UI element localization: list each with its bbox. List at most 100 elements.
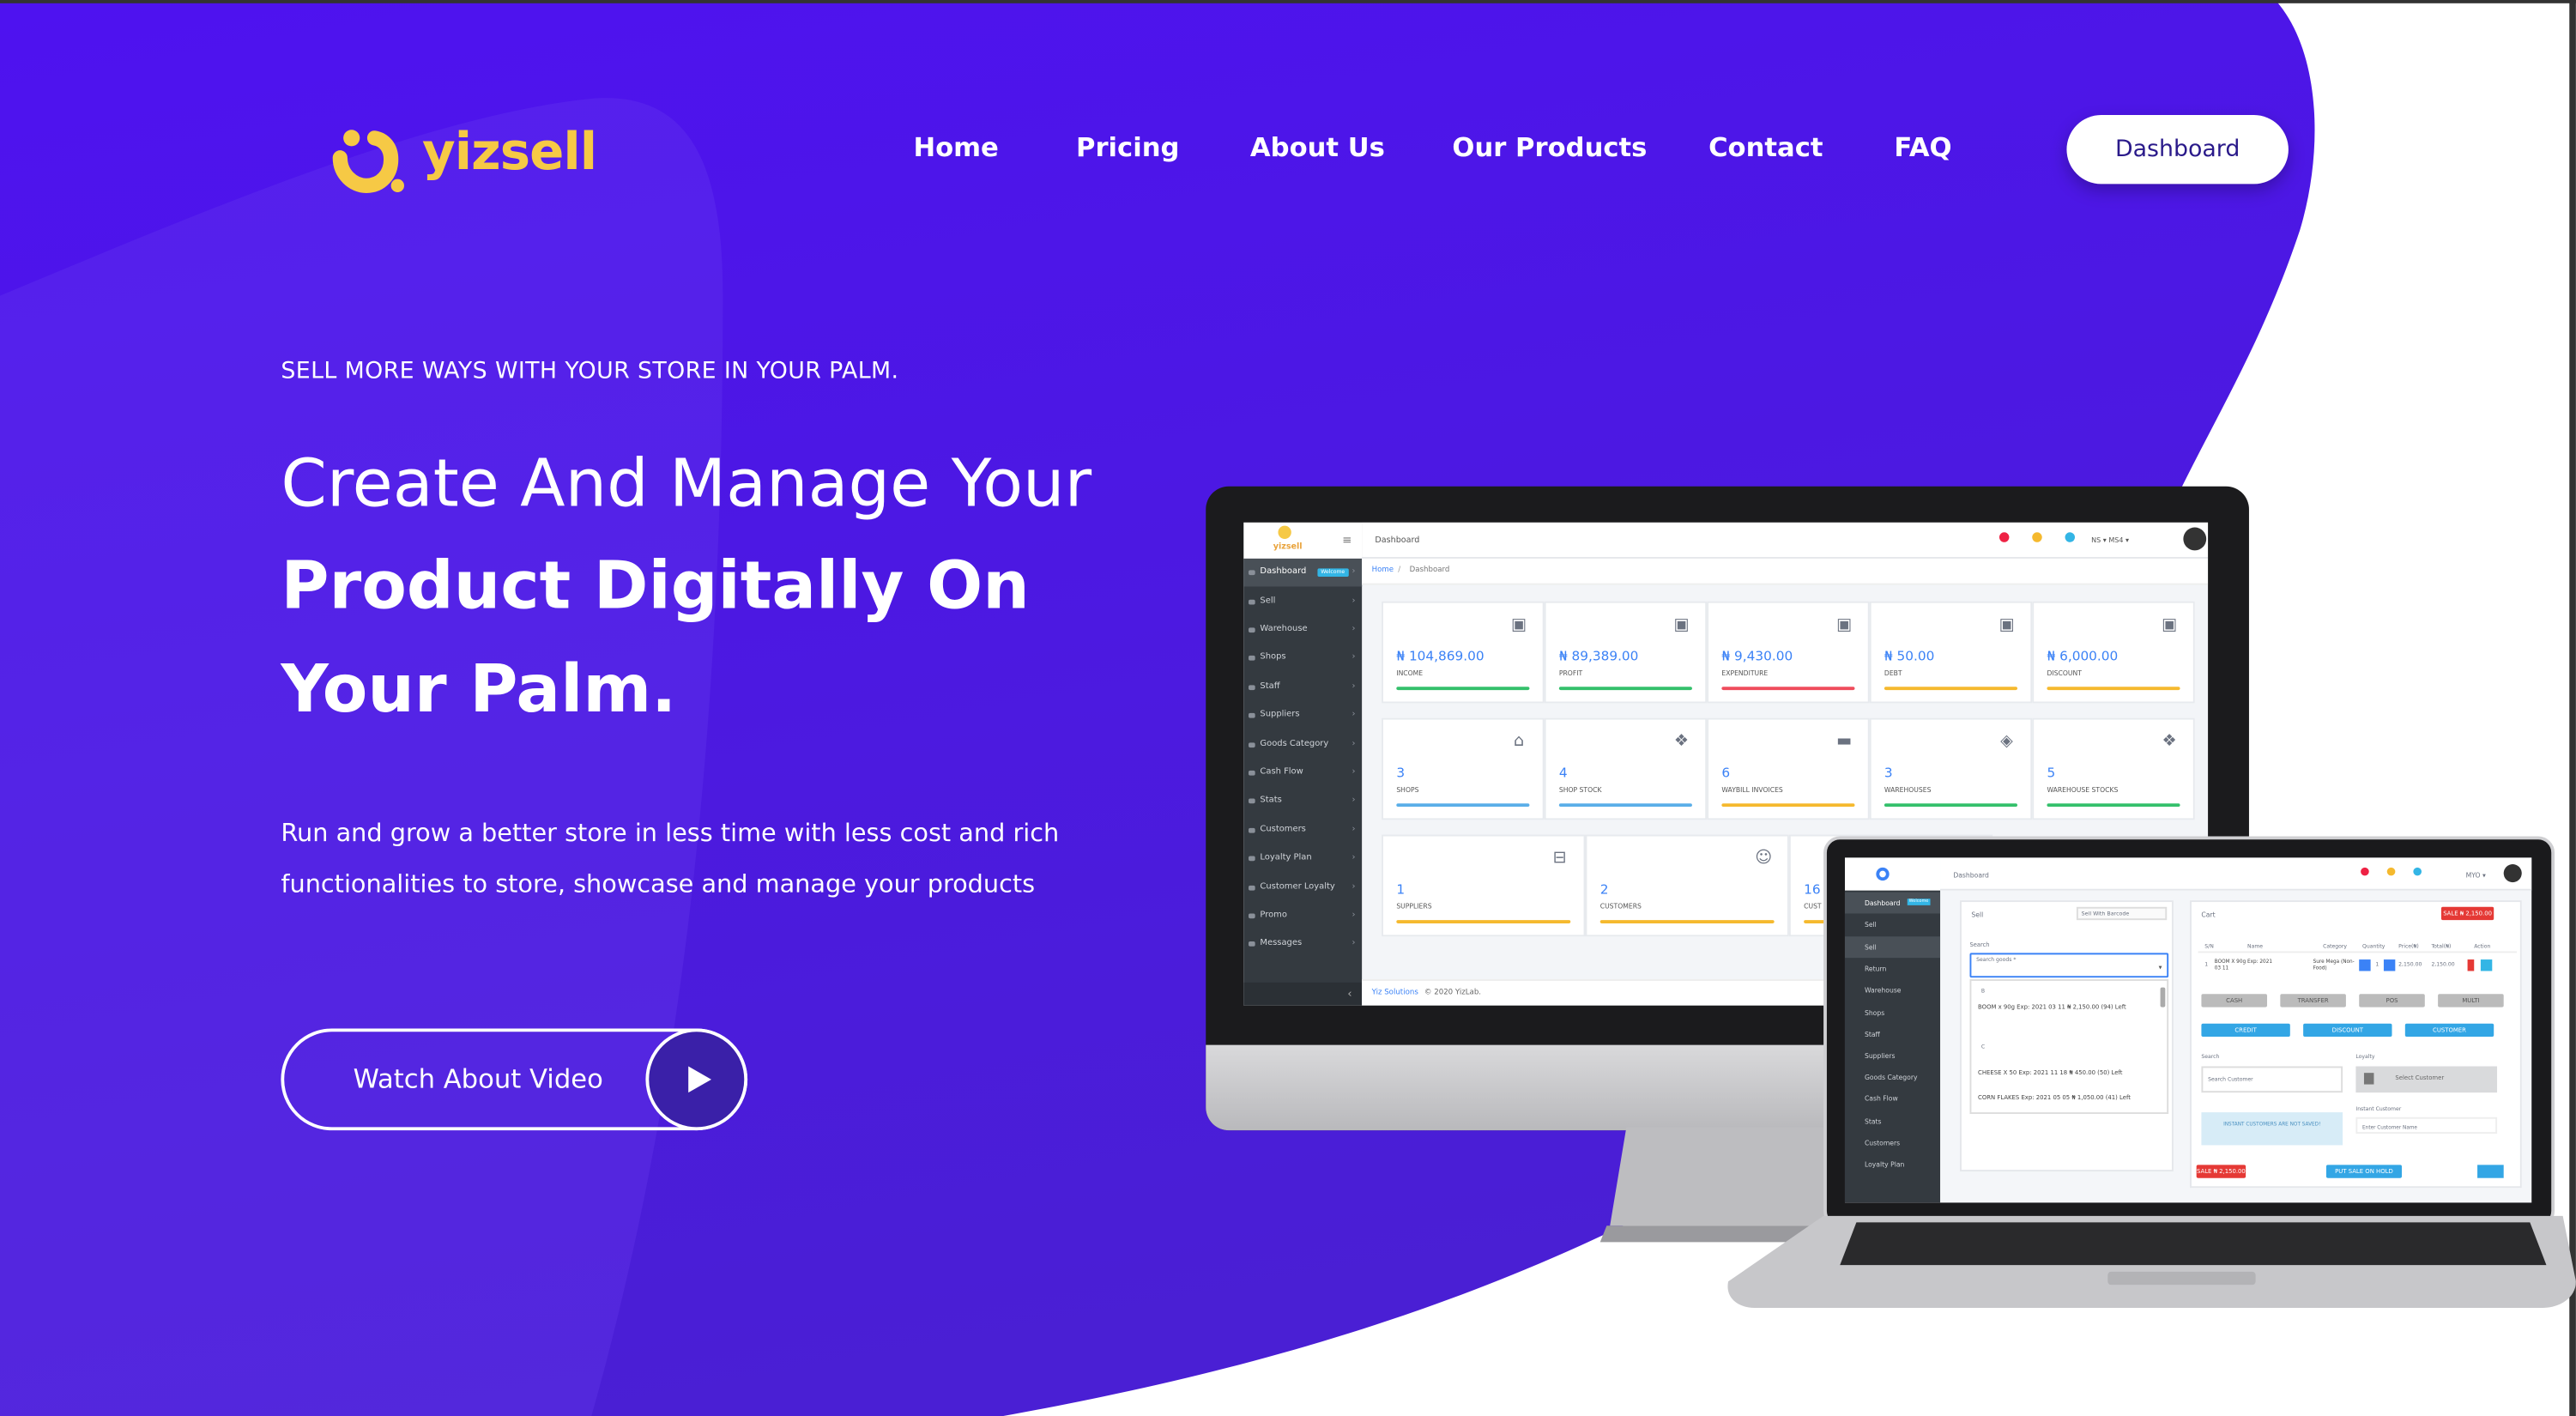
laptop-message-icon[interactable] xyxy=(2413,867,2422,876)
dashboard-button[interactable]: Dashboard xyxy=(2066,115,2289,185)
laptop-sidebar-return[interactable]: Return xyxy=(1845,958,1940,979)
dropdown-option[interactable]: CHEESE X 50 Exp: 2021 11 18 ₦ 450.00 (50… xyxy=(1978,1069,2159,1078)
laptop-sidebar-loyalty-plan[interactable]: Loyalty Plan xyxy=(1845,1153,1940,1175)
search-goods-select[interactable]: Search goods * ▾ xyxy=(1969,953,2169,978)
stat-bar xyxy=(1396,803,1530,808)
alert-icon[interactable] xyxy=(2032,532,2042,542)
pay-transfer-button[interactable]: TRANSFER xyxy=(2280,994,2346,1008)
sidebar-item-loyalty-plan[interactable]: Loyalty Plan xyxy=(1243,844,1362,873)
laptop-avatar[interactable] xyxy=(2503,864,2522,883)
sidebar-item-warehouse[interactable]: Warehouse xyxy=(1243,616,1362,644)
brand-logo[interactable]: yizsell xyxy=(330,124,597,194)
bottom-sale-button[interactable]: SALE ₦ 2,150.00 xyxy=(2196,1165,2246,1178)
notification-icon[interactable] xyxy=(1999,532,2010,542)
put-sale-on-hold-button[interactable]: PUT SALE ON HOLD xyxy=(2325,1165,2402,1178)
laptop-sidebar-cash-flow[interactable]: Cash Flow xyxy=(1845,1087,1940,1109)
nav-our-products[interactable]: Our Products xyxy=(1452,131,1647,162)
stat-bar xyxy=(1721,803,1855,808)
dropdown-option[interactable]: BOOM x 90g Exp: 2021 03 11 ₦ 2,150.00 (9… xyxy=(1978,1004,2159,1013)
sidebar-item-stats[interactable]: Stats xyxy=(1243,787,1362,815)
laptop-sidebar-warehouse[interactable]: Warehouse xyxy=(1845,979,1940,1001)
select-customer-dropdown[interactable]: Select Customer xyxy=(2355,1066,2498,1093)
sidebar-item-cash-flow[interactable]: Cash Flow xyxy=(1243,759,1362,787)
stat-card-shops[interactable]: ⌂ 3 SHOPS xyxy=(1382,717,1545,820)
stat-card-waybill-invoices[interactable]: ▬ 6 WAYBILL INVOICES xyxy=(1707,717,1870,820)
credit-button[interactable]: CREDIT xyxy=(2201,1023,2290,1038)
stat-card-expenditure[interactable]: ▣ ₦ 9,430.00 EXPENDITURE xyxy=(1707,601,1870,704)
sidebar-item-staff[interactable]: Staff xyxy=(1243,674,1362,701)
increase-quantity-button[interactable] xyxy=(2383,959,2396,971)
nav-faq[interactable]: FAQ xyxy=(1894,131,1951,162)
stat-card-income[interactable]: ▣ ₦ 104,869.00 INCOME xyxy=(1382,601,1545,704)
pay-multi-button[interactable]: MULTI xyxy=(2438,994,2504,1008)
play-button[interactable] xyxy=(645,1028,748,1131)
dropdown-scrollbar[interactable] xyxy=(2160,987,2166,1008)
sidebar-item-customer-loyalty[interactable]: Customer Loyalty xyxy=(1243,874,1362,902)
laptop-sidebar-goods-category[interactable]: Goods Category xyxy=(1845,1067,1940,1088)
laptop-user-menu[interactable]: MYO ▾ xyxy=(2466,871,2486,880)
sidebar-item-messages[interactable]: Messages xyxy=(1243,930,1362,958)
laptop-sidebar-stats[interactable]: Stats xyxy=(1845,1110,1940,1132)
laptop-sidebar-suppliers[interactable]: Suppliers xyxy=(1845,1045,1940,1067)
sidebar-item-sell[interactable]: Sell xyxy=(1243,588,1362,616)
save-icon-button[interactable] xyxy=(2477,1165,2504,1178)
hero-description-line-2: functionalities to store, showcase and m… xyxy=(281,868,1036,899)
instant-customer-input[interactable]: Enter Customer Name xyxy=(2355,1116,2498,1135)
chevron-down-icon: ▾ xyxy=(2158,962,2162,971)
footer-copyright: © 2020 YizLab. xyxy=(1424,989,1482,998)
stat-bar xyxy=(1396,687,1530,691)
footer-link[interactable]: Yiz Solutions xyxy=(1372,989,1418,998)
sidebar-item-suppliers[interactable]: Suppliers xyxy=(1243,701,1362,729)
stat-card-discount[interactable]: ▣ ₦ 6,000.00 DISCOUNT xyxy=(2032,601,2195,704)
sidebar-collapse-icon[interactable]: ‹ xyxy=(1243,982,1363,1006)
cart-sale-button[interactable]: SALE ₦ 2,150.00 xyxy=(2440,906,2494,921)
dropdown-option[interactable]: CORN FLAKES Exp: 2021 05 05 ₦ 1,050.00 (… xyxy=(1978,1094,2159,1103)
breadcrumb-home[interactable]: Home xyxy=(1372,567,1394,576)
stat-card-debt[interactable]: ▣ ₦ 50.00 DEBT xyxy=(1869,601,2033,704)
edit-row-icon[interactable] xyxy=(2480,959,2493,971)
dropdown-group-label: B xyxy=(1980,987,1986,995)
menu-icon[interactable]: ≡ xyxy=(1342,534,1351,547)
laptop-sidebar-sell-sub[interactable]: Sell xyxy=(1844,936,1941,959)
stat-card-customers[interactable]: ☺ 2 CUSTOMERS xyxy=(1585,834,1789,937)
desktop-user-menus[interactable]: NS ▾ MS4 ▾ xyxy=(2091,536,2129,544)
decrease-quantity-button[interactable] xyxy=(2359,959,2371,971)
hero-description-line-1: Run and grow a better store in less time… xyxy=(281,818,1060,848)
barcode-input[interactable]: Sell With Barcode xyxy=(2076,906,2168,921)
sidebar-item-goods-category[interactable]: Goods Category xyxy=(1243,731,1362,759)
nav-contact[interactable]: Contact xyxy=(1708,131,1823,162)
customer-button[interactable]: CUSTOMER xyxy=(2404,1023,2494,1038)
laptop-sidebar-shops[interactable]: Shops xyxy=(1845,1002,1940,1024)
stat-card-profit[interactable]: ▣ ₦ 89,389.00 PROFIT xyxy=(1544,601,1708,704)
stat-card-warehouses[interactable]: ◈ 3 WAREHOUSES xyxy=(1869,717,2033,820)
stat-value: 6 xyxy=(1721,765,1731,781)
laptop-sidebar-staff[interactable]: Staff xyxy=(1845,1024,1940,1045)
stat-card-suppliers[interactable]: ⊟ 1 SUPPLIERS xyxy=(1382,834,1586,937)
laptop-sidebar-customers[interactable]: Customers xyxy=(1845,1132,1940,1153)
stat-card-shop-stock[interactable]: ❖ 4 SHOP STOCK xyxy=(1544,717,1708,820)
stat-label: PROFIT xyxy=(1558,669,1583,677)
nav-about-us[interactable]: About Us xyxy=(1250,131,1385,162)
pay-cash-button[interactable]: CASH xyxy=(2201,994,2268,1008)
discount-button[interactable]: DISCOUNT xyxy=(2303,1023,2392,1038)
sidebar-item-shops[interactable]: Shops xyxy=(1243,644,1362,672)
laptop-sidebar-sell[interactable]: Sell xyxy=(1845,913,1940,935)
delete-row-icon[interactable] xyxy=(2467,959,2475,971)
customer-search-input[interactable]: Search Customer xyxy=(2201,1066,2343,1093)
stat-card-warehouse-stocks[interactable]: ❖ 5 WAREHOUSE STOCKS xyxy=(2032,717,2195,820)
desktop-header-title: Dashboard xyxy=(1375,536,1420,546)
stat-bar xyxy=(2047,687,2180,691)
watch-video-button[interactable]: Watch About Video xyxy=(281,1028,748,1131)
laptop-alert-icon[interactable] xyxy=(2386,867,2396,876)
laptop-notification-icon[interactable] xyxy=(2361,867,2369,876)
nav-home[interactable]: Home xyxy=(913,131,998,162)
pay-pos-button[interactable]: POS xyxy=(2359,994,2425,1008)
cart-row-qty[interactable]: 1 xyxy=(2375,961,2379,968)
sidebar-item-customers[interactable]: Customers xyxy=(1243,817,1362,844)
column-quantity: Quantity xyxy=(2362,942,2386,950)
nav-pricing[interactable]: Pricing xyxy=(1076,131,1179,162)
stat-value: 3 xyxy=(1884,765,1893,781)
sidebar-item-promo[interactable]: Promo xyxy=(1243,902,1362,930)
avatar[interactable] xyxy=(2183,527,2207,551)
message-icon[interactable] xyxy=(2065,532,2076,542)
